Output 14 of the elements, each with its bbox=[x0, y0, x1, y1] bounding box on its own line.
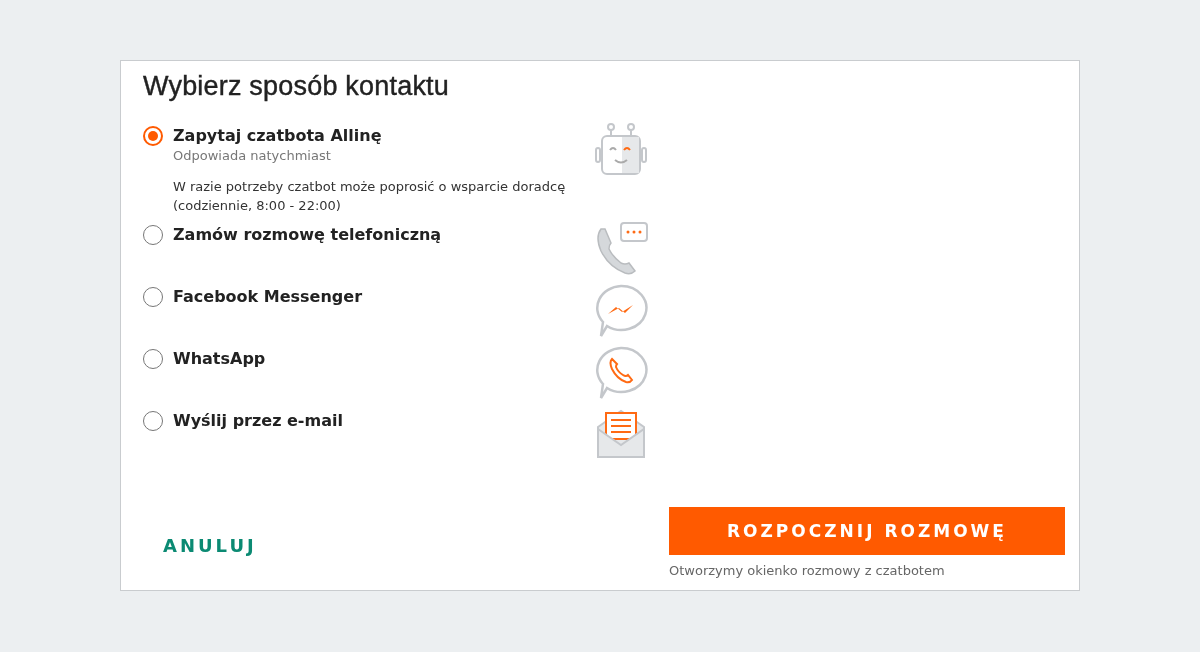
option-label[interactable]: Wyślij przez e-mail bbox=[173, 411, 593, 431]
option-subtitle: Odpowiada natychmiast bbox=[173, 148, 332, 163]
dialog-title: Wybierz sposób kontaktu bbox=[143, 71, 450, 102]
option-label[interactable]: Zapytaj czatbota Allinę bbox=[173, 126, 593, 146]
cancel-button[interactable]: ANULUJ bbox=[163, 531, 257, 560]
radio-button[interactable] bbox=[143, 126, 163, 146]
lightning-bubble-icon bbox=[593, 283, 649, 339]
option-label[interactable]: Zamów rozmowę telefoniczną bbox=[173, 225, 593, 245]
robot-icon bbox=[593, 122, 649, 178]
phone-bubble-icon bbox=[593, 345, 649, 401]
option-description: W razie potrzeby czatbot może poprosić o wsparcie doradcę (codziennie, 8:00 - 22:00) bbox=[173, 178, 567, 215]
option-label[interactable]: WhatsApp bbox=[173, 349, 593, 369]
option-label[interactable]: Facebook Messenger bbox=[173, 287, 593, 307]
start-note: Otworzymy okienko rozmowy z czatbotem bbox=[669, 563, 946, 578]
